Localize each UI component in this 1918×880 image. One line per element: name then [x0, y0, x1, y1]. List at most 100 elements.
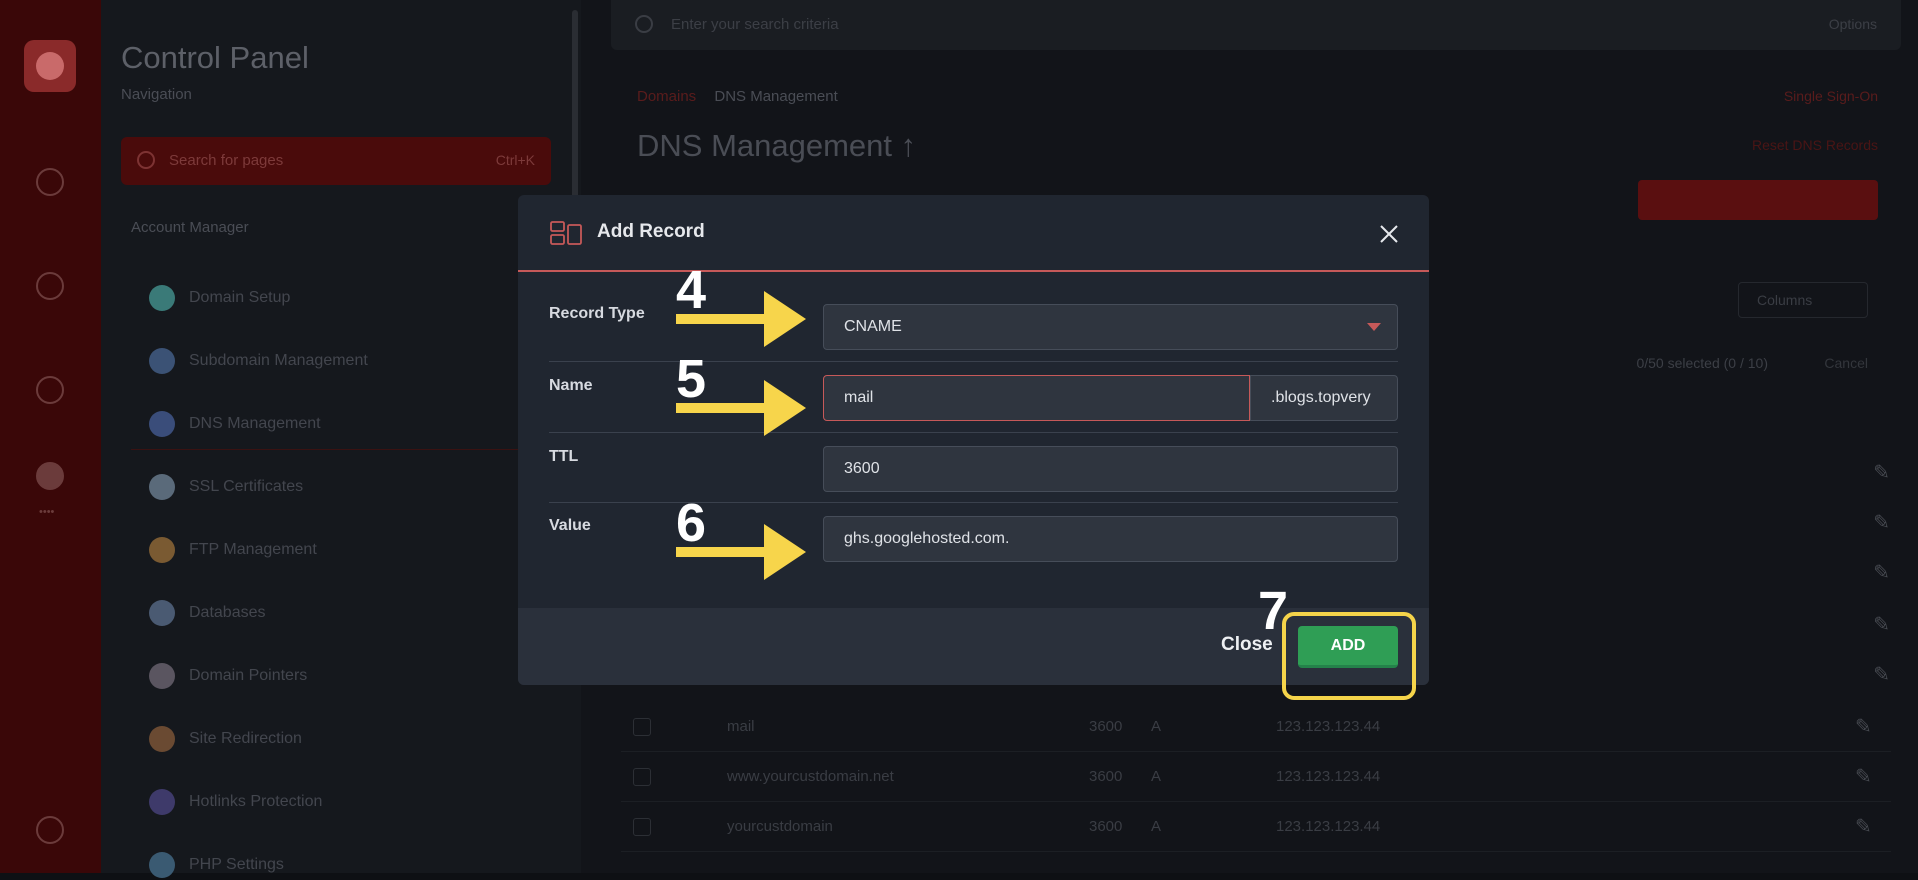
- sidebar-title: Control Panel: [121, 40, 309, 75]
- top-search-bar[interactable]: Enter your search criteria Options: [611, 0, 1901, 50]
- row-ttl: 3600: [1089, 818, 1123, 835]
- row-name: yourcustdomain: [727, 818, 833, 835]
- sidebar-item-databases[interactable]: Databases: [149, 598, 266, 628]
- sidebar-item-subdomain-management[interactable]: Subdomain Management: [149, 346, 368, 376]
- dialog-title: Add Record: [597, 221, 705, 242]
- domain-suffix: .blogs.topvery: [1250, 375, 1398, 421]
- pencil-icon[interactable]: ✎: [1855, 764, 1879, 788]
- row-value: 123.123.123.44: [1276, 818, 1381, 835]
- ttl-input[interactable]: 3600: [823, 446, 1398, 492]
- sidebar-item-label: Domain Pointers: [189, 667, 308, 684]
- columns-button[interactable]: Columns: [1738, 282, 1868, 318]
- dns-icon: [149, 411, 175, 437]
- sidebar-item-site-redirection[interactable]: Site Redirection: [149, 724, 302, 754]
- pencil-icon[interactable]: ✎: [1873, 612, 1890, 637]
- ftp-icon: [149, 537, 175, 563]
- rail-user-avatar[interactable]: [36, 462, 64, 490]
- sidebar-item-domain-setup[interactable]: Domain Setup: [149, 283, 290, 313]
- search-shortcut: Ctrl+K: [495, 152, 535, 168]
- sidebar-item-php-settings[interactable]: PHP Settings: [149, 850, 284, 880]
- page-search-input[interactable]: Search for pages Ctrl+K: [121, 137, 551, 185]
- value-input-value: ghs.googlehosted.com.: [844, 530, 1010, 547]
- arrow-right-icon: [676, 524, 806, 580]
- row-value: 123.123.123.44: [1276, 768, 1381, 785]
- row-ttl: 3600: [1089, 768, 1123, 785]
- row-name: mail: [727, 718, 755, 735]
- table-row: mail 3600 A 123.123.123.44 ✎: [621, 702, 1891, 752]
- row-checkbox[interactable]: [633, 768, 651, 786]
- sidebar-item-label: PHP Settings: [189, 856, 284, 873]
- search-icon: [137, 151, 155, 169]
- database-icon: [149, 600, 175, 626]
- sidebar-item-domain-pointers[interactable]: Domain Pointers: [149, 661, 307, 691]
- sidebar: Control Panel Navigation Search for page…: [101, 0, 581, 878]
- value-input[interactable]: ghs.googlehosted.com.: [823, 516, 1398, 562]
- pencil-icon[interactable]: ✎: [1855, 814, 1879, 838]
- primary-action-button[interactable]: [1638, 180, 1878, 220]
- value-label: Value: [549, 517, 591, 534]
- selection-count: 0/50 selected (0 / 10): [1636, 355, 1768, 371]
- pointer-icon: [149, 663, 175, 689]
- layout-icon: [550, 221, 582, 245]
- app-rail: ••••: [0, 0, 101, 873]
- page-title: DNS Management ↑: [637, 128, 917, 163]
- name-label: Name: [549, 377, 593, 394]
- add-button-highlight: [1282, 612, 1416, 700]
- sidebar-item-label: DNS Management: [189, 415, 321, 432]
- rail-home-icon[interactable]: [36, 168, 64, 196]
- dialog-header: Add Record: [518, 195, 1429, 272]
- pencil-icon[interactable]: ✎: [1873, 510, 1890, 535]
- record-type-label: Record Type: [549, 305, 645, 322]
- sort-arrow-icon: ↑: [900, 128, 917, 163]
- page-search-placeholder: Search for pages: [169, 152, 284, 169]
- single-sign-on-link[interactable]: Single Sign-On: [1784, 88, 1878, 104]
- rail-logout-icon[interactable]: [36, 816, 64, 844]
- domain-setup-icon: [149, 285, 175, 311]
- sidebar-item-label: Site Redirection: [189, 730, 302, 747]
- pencil-icon[interactable]: ✎: [1873, 560, 1890, 585]
- sidebar-subtitle: Navigation: [121, 86, 192, 103]
- pencil-icon[interactable]: ✎: [1873, 662, 1890, 687]
- sidebar-item-ssl-certificates[interactable]: SSL Certificates: [149, 472, 303, 502]
- reset-records-link[interactable]: Reset DNS Records: [1752, 137, 1878, 153]
- table-row: www.yourcustdomain.net 3600 A 123.123.12…: [621, 752, 1891, 802]
- breadcrumb-home[interactable]: Domains: [637, 88, 696, 105]
- rail-settings-icon[interactable]: [36, 376, 64, 404]
- pencil-icon[interactable]: ✎: [1873, 460, 1890, 485]
- shield-icon: [149, 789, 175, 815]
- row-name: www.yourcustdomain.net: [727, 768, 894, 785]
- breadcrumb-current: DNS Management: [714, 88, 838, 105]
- top-options[interactable]: Options: [1829, 16, 1877, 32]
- table-row: yourcustdomain 3600 A 123.123.123.44 ✎: [621, 802, 1891, 852]
- name-input-value: mail: [844, 389, 874, 406]
- sidebar-item-ftp-management[interactable]: FTP Management: [149, 535, 317, 565]
- sidebar-item-label: Domain Setup: [189, 289, 291, 306]
- row-value: 123.123.123.44: [1276, 718, 1381, 735]
- row-checkbox[interactable]: [633, 718, 651, 736]
- sidebar-item-hotlinks-protection[interactable]: Hotlinks Protection: [149, 787, 322, 817]
- sidebar-item-label: Databases: [189, 604, 266, 621]
- close-icon[interactable]: [1378, 223, 1400, 245]
- record-type-value: CNAME: [844, 318, 902, 335]
- sidebar-item-label: Hotlinks Protection: [189, 793, 323, 810]
- top-search-placeholder: Enter your search criteria: [671, 16, 839, 33]
- record-type-select[interactable]: CNAME: [823, 304, 1398, 350]
- selection-cancel-link[interactable]: Cancel: [1824, 355, 1868, 371]
- ttl-label: TTL: [549, 448, 579, 465]
- row-checkbox[interactable]: [633, 818, 651, 836]
- arrow-right-icon: [676, 291, 806, 347]
- rail-globe-icon[interactable]: [36, 272, 64, 300]
- sidebar-item-label: FTP Management: [189, 541, 317, 558]
- name-input[interactable]: mail: [823, 375, 1250, 421]
- sidebar-item-label: SSL Certificates: [189, 478, 304, 495]
- sidebar-item-dns-management[interactable]: DNS Management: [149, 409, 321, 439]
- row-ttl: 3600: [1089, 718, 1123, 735]
- search-icon: [635, 15, 653, 33]
- row-type: A: [1151, 718, 1162, 735]
- ttl-input-value: 3600: [844, 460, 880, 477]
- row-type: A: [1151, 818, 1162, 835]
- arrow-right-icon: [676, 380, 806, 436]
- redirect-icon: [149, 726, 175, 752]
- brand-logo[interactable]: [24, 40, 76, 92]
- pencil-icon[interactable]: ✎: [1855, 714, 1879, 738]
